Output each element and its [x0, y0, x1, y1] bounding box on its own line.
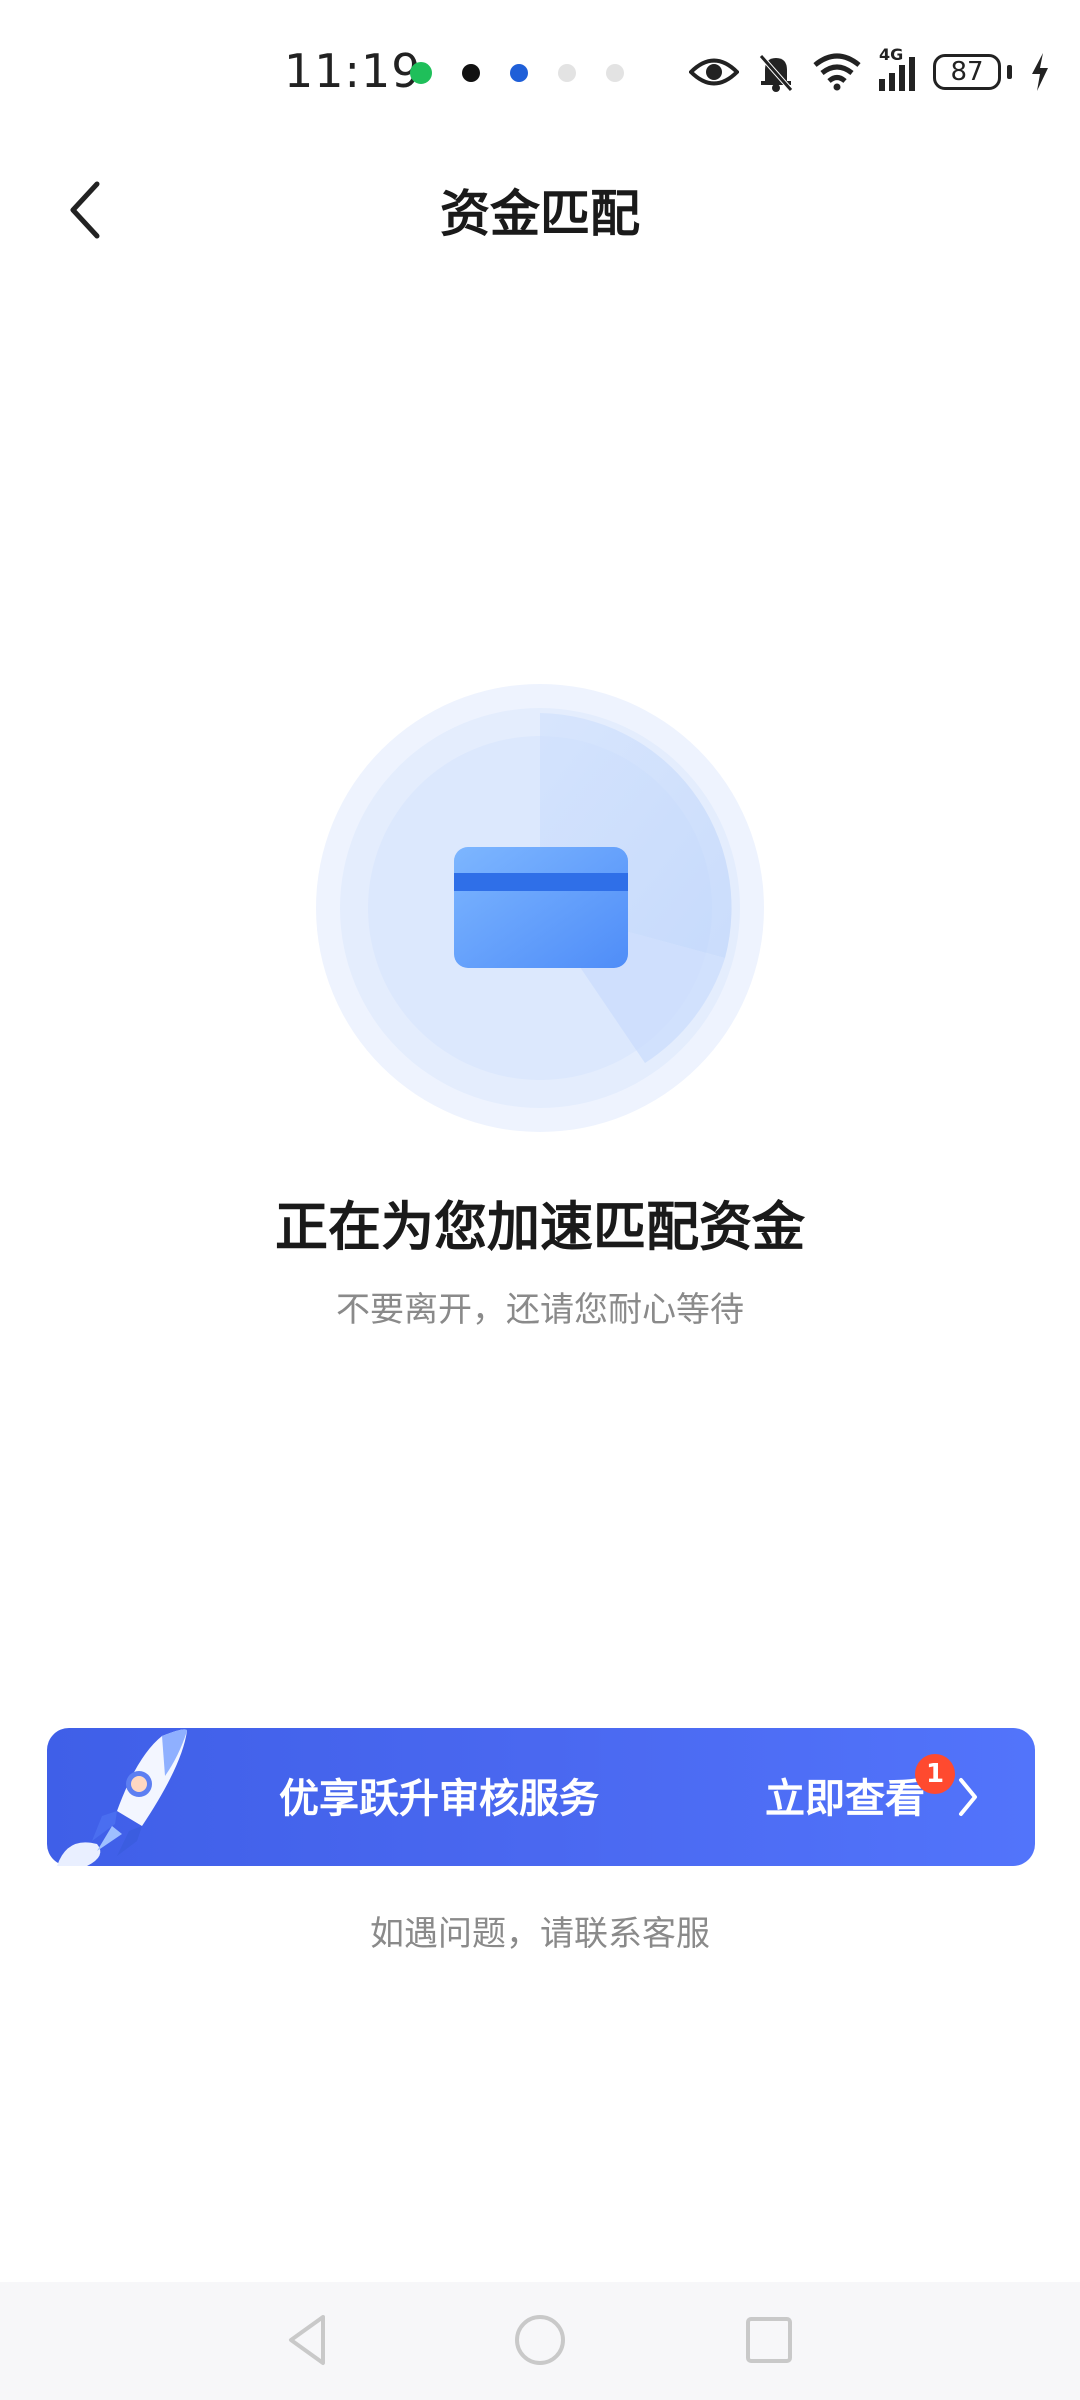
- cat-icon: [558, 64, 576, 82]
- nav-header: 资金匹配: [0, 150, 1080, 270]
- view-now-link[interactable]: 立即查看: [765, 1766, 925, 1824]
- charging-icon: [1032, 53, 1048, 91]
- chevron-right-icon: [959, 1778, 977, 1816]
- back-triangle-icon: [289, 2315, 325, 2365]
- status-right: 4G 87: [689, 45, 1050, 92]
- matching-heading: 正在为您加速匹配资金: [275, 1197, 805, 1258]
- battery-level: 87: [950, 57, 984, 87]
- matching-subheading: 不要离开，还请您耐心等待: [336, 1290, 744, 1330]
- notification-icons: [410, 62, 624, 84]
- promo-banner[interactable]: 优享跃升审核服务 立即查看 1: [47, 1728, 1035, 1866]
- screen: 11:19 4G 87 资金匹配 正在为您加速匹配资金 不要离开，还请您耐心等待…: [0, 0, 1080, 2400]
- nav-home-button[interactable]: [504, 2304, 576, 2376]
- app-icon: [510, 64, 528, 82]
- wifi-icon: [813, 53, 861, 91]
- signal-icon: 4G: [879, 45, 915, 91]
- rocket-icon: [57, 1729, 187, 1866]
- recents-square-icon: [746, 2317, 792, 2363]
- battery-cap: [1007, 65, 1012, 79]
- system-nav-bar: [0, 2282, 1080, 2400]
- cat-icon: [606, 64, 624, 82]
- credit-card-icon: [454, 847, 628, 968]
- wechat-icon: [410, 62, 432, 84]
- contact-support-link[interactable]: 如遇问题，请联系客服: [0, 1906, 1080, 1955]
- promo-text: 优享跃升审核服务: [279, 1776, 599, 1822]
- page-title: 资金匹配: [440, 185, 640, 243]
- tiktok-icon: [462, 64, 480, 82]
- notification-badge: 1: [915, 1754, 955, 1794]
- status-time: 11:19: [284, 44, 422, 98]
- nav-recents-button[interactable]: [733, 2304, 805, 2376]
- nav-back-button[interactable]: [272, 2304, 344, 2376]
- matching-radar-graphic: [316, 684, 764, 1132]
- eye-icon: [689, 58, 739, 86]
- home-circle-icon: [515, 2315, 565, 2365]
- battery-icon: 87: [933, 54, 1001, 90]
- network-type: 4G: [879, 45, 904, 64]
- bell-off-icon: [759, 54, 793, 92]
- status-bar: 11:19 4G 87: [0, 0, 1080, 150]
